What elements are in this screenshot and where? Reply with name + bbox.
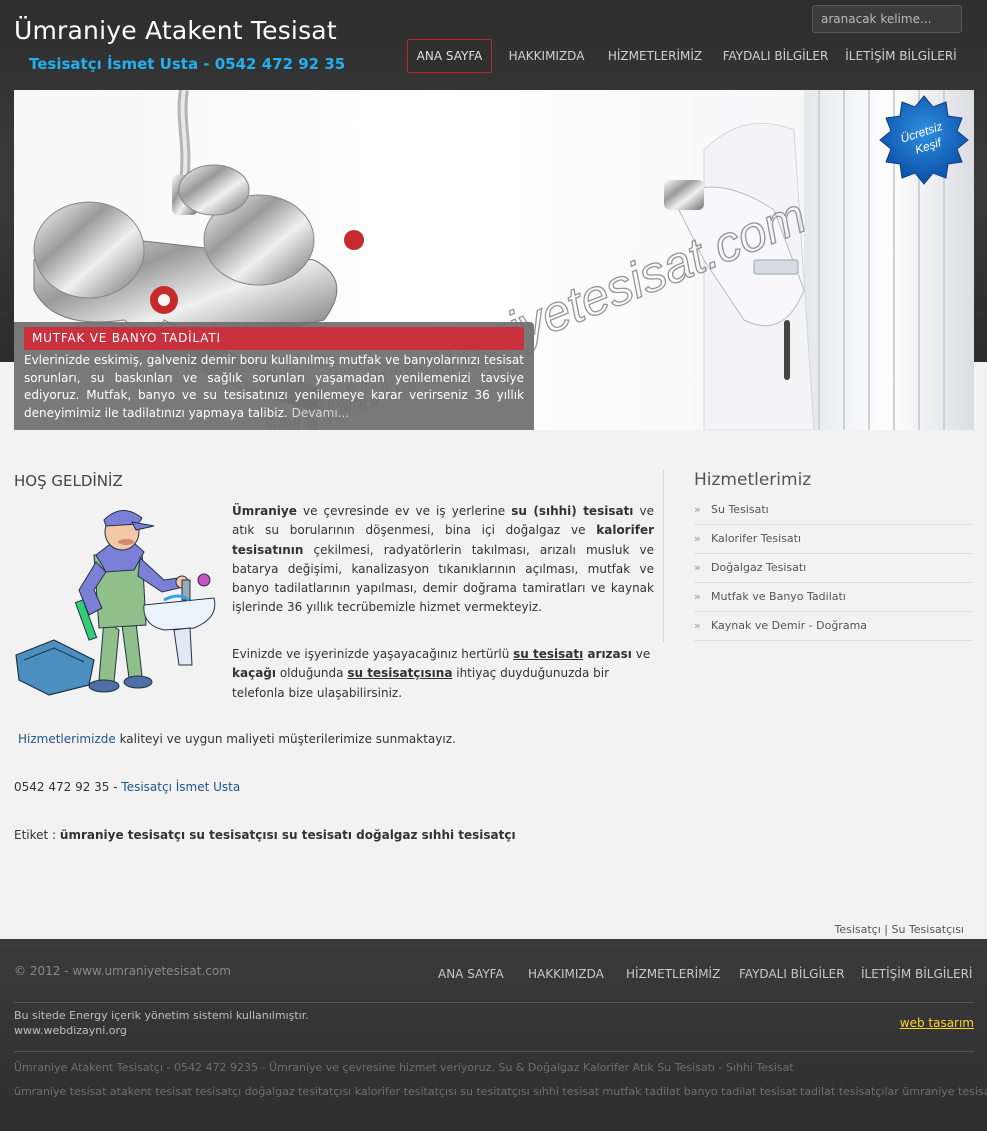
su-tesisati-link[interactable]: su tesisatı: [513, 647, 583, 661]
quality-text: kaliteyi ve uygun maliyeti müşterilerimi…: [115, 732, 456, 746]
sidebar-item-kaynak-demir[interactable]: » Kaynak ve Demir - Doğrama: [694, 612, 972, 641]
plumber-name-link[interactable]: Tesisatçı İsmet Usta: [121, 780, 240, 794]
nav-about[interactable]: HAKKIMIZDA: [499, 39, 594, 73]
footer-divider: [14, 1051, 974, 1052]
sidebar-item-kalorifer[interactable]: » Kalorifer Tesisatı: [694, 525, 972, 554]
plumber-illustration: [15, 510, 216, 696]
image-slider[interactable]: www.umraniyetesisat.com Ücretsiz Keşif M…: [14, 90, 974, 430]
site-subtitle: Tesisatçı İsmet Usta - 0542 472 92 35: [29, 55, 346, 73]
sidebar-item-label: Doğalgaz Tesisatı: [711, 561, 807, 574]
footer-copyright: © 2012 - www.umraniyetesisat.com: [14, 964, 231, 978]
footer-nav-home[interactable]: ANA SAYFA: [438, 967, 504, 981]
sidebar-item-label: Kaynak ve Demir - Doğrama: [711, 619, 868, 632]
nav-contact[interactable]: İLETİŞİM BİLGİLERİ: [842, 39, 960, 73]
sidebar-item-label: Mutfak ve Banyo Tadilatı: [711, 590, 846, 603]
nav-home[interactable]: ANA SAYFA: [407, 39, 492, 73]
caption-text: Evlerinizde eskimiş, galveniz demir boru…: [24, 352, 524, 422]
tags-label: Etiket :: [14, 828, 60, 842]
footer-cms-line1: Bu sitede Energy içerik yönetim sistemi …: [14, 1009, 309, 1022]
intro-text: ve: [631, 647, 651, 661]
sidebar-title: Hizmetlerimiz: [694, 470, 812, 490]
search-input[interactable]: aranacak kelime...: [812, 5, 962, 33]
quality-paragraph: Hizmetlerimizde kaliteyi ve uygun maliye…: [18, 732, 456, 746]
services-link[interactable]: Hizmetlerimizde: [18, 732, 116, 746]
footer-seo-line1: Ümraniye Atakent Tesisatçı - 0542 472 92…: [14, 1061, 794, 1074]
intro-bold-kacagi: kaçağı: [232, 666, 276, 681]
bottom-tagline[interactable]: Tesisatçı | Su Tesisatçısı: [834, 923, 964, 936]
tags-paragraph: Etiket : ümraniye tesisatçı su tesisatçı…: [14, 828, 516, 842]
slider-caption: MUTFAK VE BANYO TADİLATI Evlerinizde esk…: [14, 322, 534, 430]
chevron-right-icon: »: [694, 532, 701, 545]
footer-cms-link[interactable]: www.webdizayni.org: [14, 1023, 309, 1038]
intro-text: ve çevresinde ev ve iş yerlerine: [296, 504, 512, 518]
footer-seo-line2: ümraniye tesisat atakent tesisat tesisat…: [14, 1085, 987, 1098]
caption-title[interactable]: MUTFAK VE BANYO TADİLATI: [24, 327, 524, 350]
phone-number: 0542 472 92 35: [14, 780, 110, 794]
chevron-right-icon: »: [694, 619, 701, 632]
welcome-title: HOŞ GELDİNİZ: [14, 472, 123, 490]
footer-nav-services[interactable]: HİZMETLERİMİZ: [626, 967, 720, 981]
sidebar-item-label: Kalorifer Tesisatı: [711, 532, 802, 545]
footer-divider: [14, 1002, 974, 1003]
sidebar-item-su-tesisati[interactable]: » Su Tesisatı: [694, 496, 972, 525]
site-title[interactable]: Ümraniye Atakent Tesisat: [14, 16, 337, 45]
sidebar-item-mutfak-banyo[interactable]: » Mutfak ve Banyo Tadilatı: [694, 583, 972, 612]
phone-separator: -: [109, 780, 122, 794]
intro-bold-arizasi: arızası: [583, 647, 632, 661]
intro-paragraph-2: Evinizde ve işyerinizde yaşayacağınız he…: [232, 645, 654, 703]
footer-nav-about[interactable]: HAKKIMIZDA: [528, 967, 604, 981]
intro-bold-umraniye: Ümraniye: [232, 504, 297, 518]
caption-more-link[interactable]: Devamı...: [292, 406, 350, 420]
intro-bold-su-tesisati: su (sıhhi) tesisatı: [511, 504, 634, 518]
footer-cms-note: Bu sitede Energy içerik yönetim sistemi …: [14, 1008, 309, 1038]
sidebar-item-label: Su Tesisatı: [711, 503, 769, 516]
column-divider: [663, 470, 664, 642]
web-design-link[interactable]: web tasarım: [900, 1016, 974, 1030]
intro-text: Evinizde ve işyerinizde yaşayacağınız he…: [232, 647, 514, 661]
footer-nav-contact[interactable]: İLETİŞİM BİLGİLERİ: [861, 967, 972, 981]
chevron-right-icon: »: [694, 503, 701, 516]
intro-text: olduğunda: [276, 666, 348, 681]
nav-useful-info[interactable]: FAYDALI BİLGİLER: [716, 39, 835, 73]
chevron-right-icon: »: [694, 590, 701, 603]
intro-paragraph-1: Ümraniye ve çevresinde ev ve iş yerlerin…: [232, 502, 654, 618]
sidebar-services-list: » Su Tesisatı » Kalorifer Tesisatı » Doğalg…: [694, 496, 972, 641]
sidebar-item-dogalgaz[interactable]: » Doğalgaz Tesisatı: [694, 554, 972, 583]
phone-paragraph: 0542 472 92 35 - Tesisatçı İsmet Usta: [14, 780, 240, 794]
tags-text: ümraniye tesisatçı su tesisatçısı su tes…: [59, 828, 516, 842]
nav-services[interactable]: HİZMETLERİMİZ: [601, 39, 709, 73]
footer-nav-useful-info[interactable]: FAYDALI BİLGİLER: [739, 967, 845, 981]
su-tesisatcisi-link[interactable]: su tesisatçısına: [347, 666, 452, 680]
caption-body: Evlerinizde eskimiş, galveniz demir boru…: [24, 353, 524, 420]
chevron-right-icon: »: [694, 561, 701, 574]
footer: © 2012 - www.umraniyetesisat.com ANA SAY…: [0, 939, 987, 1131]
